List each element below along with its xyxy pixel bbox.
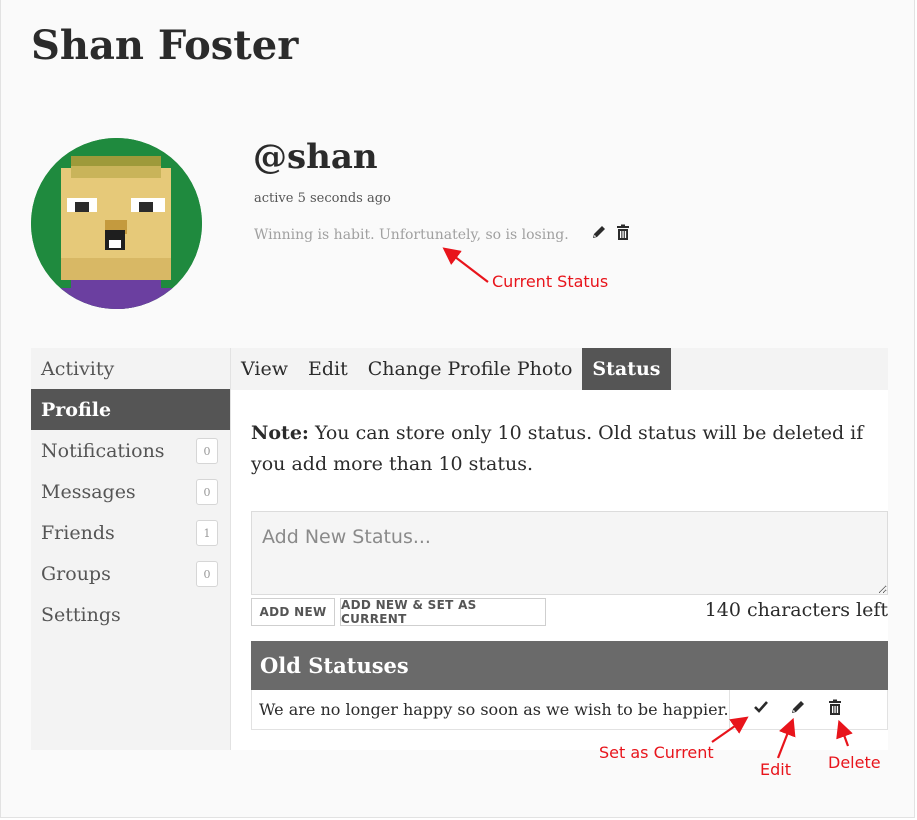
- annotation-delete: Delete: [828, 753, 881, 772]
- table-row: We are no longer happy so soon as we wis…: [251, 690, 888, 730]
- tab-status[interactable]: Status: [582, 348, 671, 390]
- tab-view[interactable]: View: [231, 348, 298, 390]
- messages-count-badge: 0: [196, 479, 218, 505]
- old-status-text: We are no longer happy so soon as we wis…: [259, 700, 729, 719]
- characters-left: 140 characters left: [704, 599, 888, 621]
- new-status-input[interactable]: [251, 511, 888, 595]
- pixel-avatar-icon: [31, 138, 202, 309]
- sidebar-item-profile[interactable]: Profile: [31, 389, 230, 430]
- friends-count-badge: 1: [196, 520, 218, 546]
- profile-tabs: View Edit Change Profile Photo Status: [231, 348, 888, 390]
- sidebar-item-label: Friends: [41, 521, 115, 544]
- row-divider: [729, 690, 730, 729]
- annotation-edit: Edit: [760, 760, 791, 779]
- groups-count-badge: 0: [196, 561, 218, 587]
- add-new-set-current-button[interactable]: ADD NEW & SET AS CURRENT: [340, 598, 546, 626]
- tab-change-profile-photo[interactable]: Change Profile Photo: [358, 348, 583, 390]
- checkmark-icon[interactable]: [752, 698, 770, 716]
- avatar[interactable]: [31, 138, 202, 309]
- sidebar-item-label: Messages: [41, 480, 136, 503]
- sidebar-item-notifications[interactable]: Notifications 0: [31, 430, 230, 471]
- sidebar-item-friends[interactable]: Friends 1: [31, 512, 230, 553]
- sidebar-item-label: Groups: [41, 562, 111, 585]
- profile-handle: @shan: [253, 137, 378, 177]
- sidebar-item-groups[interactable]: Groups 0: [31, 553, 230, 594]
- sidebar: Activity Profile Notifications 0 Message…: [31, 348, 231, 750]
- pencil-icon[interactable]: [590, 223, 608, 241]
- sidebar-item-label: Profile: [41, 398, 112, 421]
- sidebar-item-label: Notifications: [41, 439, 165, 462]
- sidebar-item-settings[interactable]: Settings: [31, 594, 230, 635]
- sidebar-item-label: Settings: [41, 603, 121, 626]
- annotation-current-status: Current Status: [492, 272, 609, 291]
- notifications-count-badge: 0: [196, 438, 218, 464]
- page-title: Shan Foster: [31, 22, 299, 69]
- annotation-set-as-current: Set as Current: [599, 743, 714, 762]
- pencil-icon[interactable]: [789, 698, 807, 716]
- sidebar-item-activity[interactable]: Activity: [31, 348, 230, 389]
- old-status-actions: [752, 698, 844, 716]
- current-status: Winning is habit. Unfortunately, so is l…: [254, 227, 569, 243]
- note-text: You can store only 10 status. Old status…: [251, 422, 864, 475]
- sidebar-item-messages[interactable]: Messages 0: [31, 471, 230, 512]
- status-note: Note: You can store only 10 status. Old …: [251, 418, 871, 480]
- trash-icon[interactable]: [826, 698, 844, 716]
- last-active: active 5 seconds ago: [254, 191, 391, 206]
- add-new-button[interactable]: ADD NEW: [251, 598, 335, 626]
- trash-icon[interactable]: [614, 223, 632, 241]
- old-statuses-header: Old Statuses: [251, 641, 888, 690]
- sidebar-item-label: Activity: [41, 357, 115, 380]
- current-status-actions: [590, 223, 632, 241]
- tab-edit[interactable]: Edit: [298, 348, 358, 390]
- note-label: Note:: [251, 422, 309, 444]
